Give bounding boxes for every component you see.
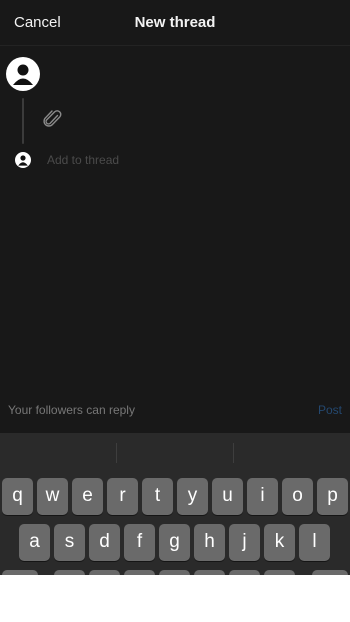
key-k[interactable]: k — [264, 524, 295, 561]
key-h[interactable]: h — [194, 524, 225, 561]
key-i[interactable]: i — [247, 478, 278, 515]
suggestion-divider — [233, 443, 234, 463]
key-d[interactable]: d — [89, 524, 120, 561]
key-a[interactable]: a — [19, 524, 50, 561]
key-r[interactable]: r — [107, 478, 138, 515]
key-g[interactable]: g — [159, 524, 190, 561]
small-avatar-icon — [15, 152, 31, 168]
thread-line — [22, 98, 24, 144]
key-p[interactable]: p — [317, 478, 348, 515]
keyboard: q w e r t y u i o p a s d f g h j k l — [0, 433, 350, 575]
post-button[interactable]: Post — [318, 403, 342, 417]
key-w[interactable]: w — [37, 478, 68, 515]
user-avatar-icon — [6, 57, 40, 91]
key-v[interactable] — [159, 570, 190, 575]
key-s[interactable]: s — [54, 524, 85, 561]
key-j[interactable]: j — [229, 524, 260, 561]
key-c[interactable] — [124, 570, 155, 575]
header-bar: Cancel New thread — [0, 0, 350, 46]
key-f[interactable]: f — [124, 524, 155, 561]
key-o[interactable]: o — [282, 478, 313, 515]
key-m[interactable] — [264, 570, 295, 575]
key-q[interactable]: q — [2, 478, 33, 515]
paperclip-icon[interactable] — [43, 108, 63, 130]
shift-key[interactable] — [2, 570, 38, 575]
key-z[interactable] — [54, 570, 85, 575]
key-n[interactable] — [229, 570, 260, 575]
key-y[interactable]: y — [177, 478, 208, 515]
new-thread-screen: Cancel New thread Add to thread Your fol… — [0, 0, 350, 575]
reply-setting-label[interactable]: Your followers can reply — [8, 403, 135, 417]
suggestion-bar — [0, 433, 350, 471]
key-l[interactable]: l — [299, 524, 330, 561]
key-t[interactable]: t — [142, 478, 173, 515]
backspace-key[interactable] — [312, 570, 348, 575]
add-to-thread-input[interactable]: Add to thread — [47, 153, 119, 167]
key-u[interactable]: u — [212, 478, 243, 515]
key-x[interactable] — [89, 570, 120, 575]
key-e[interactable]: e — [72, 478, 103, 515]
suggestion-divider — [116, 443, 117, 463]
page-title: New thread — [134, 14, 216, 31]
key-b[interactable] — [194, 570, 225, 575]
